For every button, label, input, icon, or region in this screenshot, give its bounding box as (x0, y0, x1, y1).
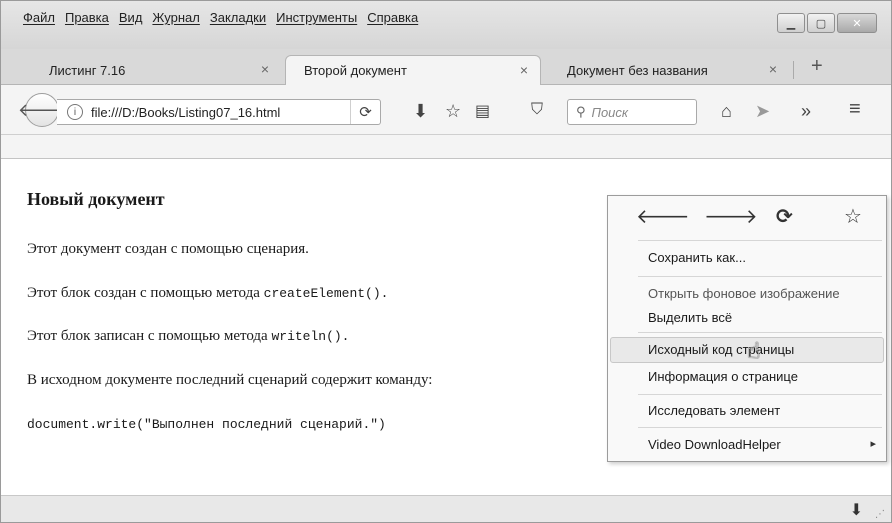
menu-bookmarks[interactable]: Закладки (210, 10, 266, 25)
forward-arrow-icon[interactable]: 🡒 (704, 204, 758, 229)
browser-window: Файл Правка Вид Журнал Закладки Инструме… (0, 0, 892, 523)
library-icon[interactable]: ▤ (475, 101, 490, 121)
maximize-button[interactable]: ▢ (807, 13, 835, 33)
url-text: file:///D:/Books/Listing07_16.html (91, 104, 281, 120)
send-icon[interactable]: ➤ (755, 101, 770, 122)
submenu-arrow-icon: ▸ (870, 438, 876, 450)
menu-item-save-as[interactable]: Сохранить как... (648, 250, 746, 265)
menu-separator (638, 427, 882, 428)
bookmark-star-icon[interactable]: ☆ (844, 204, 862, 229)
search-input[interactable]: ⚲ Поиск (567, 99, 697, 125)
paragraph-text: Этот блок создан с помощью метода (27, 285, 264, 301)
menu-separator (638, 394, 882, 395)
url-bar[interactable]: i file:///D:/Books/Listing07_16.html ⟳ (57, 99, 381, 125)
paragraph-create-element: Этот блок создан с помощью метода create… (27, 285, 388, 302)
paragraph-last-script: В исходном документе последний сценарий … (27, 372, 433, 388)
menu-file[interactable]: Файл (23, 10, 55, 25)
menu-help[interactable]: Справка (367, 10, 418, 25)
navigation-toolbar: 🡐 i file:///D:/Books/Listing07_16.html ⟳… (1, 85, 891, 135)
context-menu: 🡐 🡒 ⟳ ☆ Сохранить как... Открыть фоновое… (607, 195, 887, 462)
bookmarks-toolbar (1, 135, 891, 159)
menu-separator (638, 240, 882, 241)
paragraph-writeln: Этот блок записан с помощью метода write… (27, 328, 349, 345)
menu-item-view-source[interactable]: Исходный код страницы (648, 342, 794, 357)
tab-strip: Листинг 7.16 × Второй документ × Докумен… (1, 49, 891, 85)
paragraph-text: Этот блок записан с помощью метода (27, 328, 272, 344)
home-icon[interactable]: ⌂ (721, 101, 732, 122)
status-bar: ⬇ ⋰ (1, 495, 891, 522)
code-writeln: writeln(). (271, 329, 350, 344)
title-bar: Файл Правка Вид Журнал Закладки Инструме… (1, 1, 891, 49)
menu-item-page-info[interactable]: Информация о странице (648, 369, 798, 384)
back-button[interactable]: 🡐 (18, 93, 66, 127)
tab-untitled-document[interactable]: Документ без названия × (549, 55, 789, 85)
menu-item-video-downloadhelper[interactable]: Video DownloadHelper (648, 437, 781, 452)
minimize-button[interactable]: ▁ (777, 13, 805, 33)
back-arrow-icon[interactable]: 🡐 (636, 204, 690, 229)
info-icon[interactable]: i (67, 104, 83, 120)
tab-divider (793, 61, 794, 79)
menu-tools[interactable]: Инструменты (276, 10, 357, 25)
menu-item-inspect[interactable]: Исследовать элемент (648, 403, 780, 418)
menu-separator (638, 332, 882, 333)
menu-item-select-all[interactable]: Выделить всё (648, 310, 732, 325)
search-placeholder: Поиск (591, 104, 629, 120)
reload-icon[interactable]: ⟳ (350, 100, 380, 124)
tab-label: Второй документ (304, 63, 407, 78)
menu-edit[interactable]: Правка (65, 10, 109, 25)
tab-label: Листинг 7.16 (49, 62, 126, 78)
tab-listing[interactable]: Листинг 7.16 × (31, 55, 281, 85)
menu-separator (638, 276, 882, 277)
code-document-write: document.write("Выполнен последний сцена… (27, 417, 386, 432)
mouse-cursor-icon: ☝ (747, 338, 761, 363)
bookmark-star-icon[interactable]: ☆ (445, 101, 461, 122)
reload-icon[interactable]: ⟳ (776, 204, 793, 229)
hamburger-menu-icon[interactable]: ≡ (849, 98, 861, 121)
tab-close-icon[interactable]: × (261, 61, 269, 77)
pocket-icon[interactable]: ⛉ (531, 101, 543, 119)
resize-grip-icon[interactable]: ⋰ (875, 509, 885, 520)
search-icon: ⚲ (576, 104, 586, 119)
menu-item-open-background[interactable]: Открыть фоновое изображение (648, 286, 840, 301)
tab-close-icon[interactable]: × (769, 61, 777, 77)
tab-second-document[interactable]: Второй документ × (285, 55, 541, 85)
code-create-element: createElement(). (263, 286, 389, 301)
paragraph-script-created: Этот документ создан с помощью сценария. (27, 241, 309, 257)
download-icon[interactable]: ⬇ (413, 101, 428, 122)
overflow-icon[interactable]: » (801, 101, 811, 122)
menu-history[interactable]: Журнал (152, 10, 199, 25)
page-heading: Новый документ (27, 189, 165, 209)
download-icon[interactable]: ⬇ (850, 500, 863, 520)
window-controls: ▁ ▢ ✕ (777, 13, 877, 33)
context-nav-row: 🡐 🡒 ⟳ ☆ (608, 196, 886, 238)
close-window-button[interactable]: ✕ (837, 13, 877, 33)
new-tab-button[interactable]: + (811, 55, 823, 78)
menu-view[interactable]: Вид (119, 10, 143, 25)
tab-label: Документ без названия (567, 62, 708, 78)
menu-bar: Файл Правка Вид Журнал Закладки Инструме… (23, 10, 428, 25)
tab-close-icon[interactable]: × (520, 62, 528, 78)
